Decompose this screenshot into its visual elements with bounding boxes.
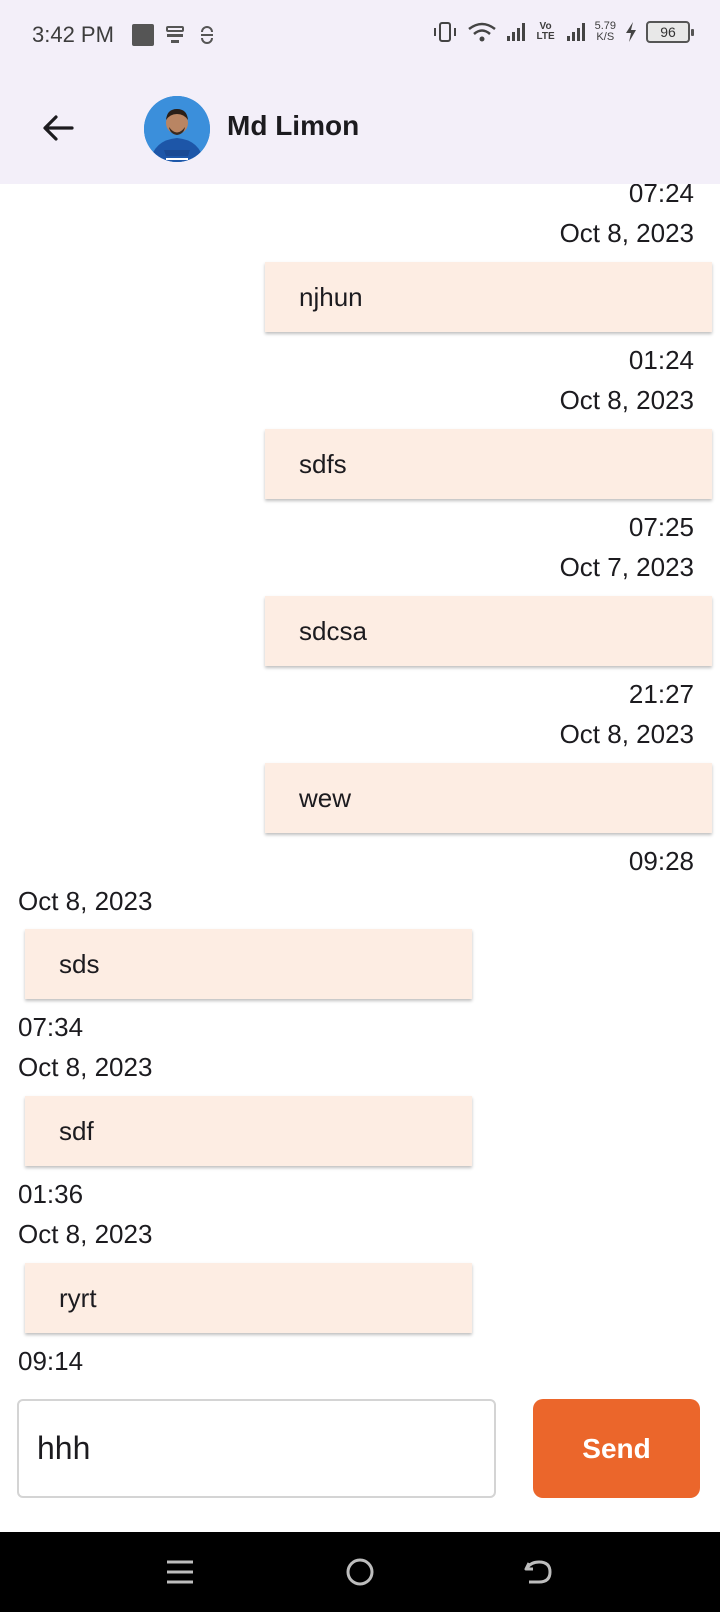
status-time: 3:42 PM (32, 22, 114, 47)
message-date: Oct 8, 2023 (18, 1219, 153, 1249)
home-button[interactable] (338, 1550, 382, 1594)
wifi-icon (467, 22, 496, 42)
back-gesture-icon (524, 1560, 552, 1584)
message-date: Oct 8, 2023 (559, 719, 694, 749)
charging-icon (626, 22, 636, 42)
sync-notification-icon (201, 26, 213, 44)
menu-icon (167, 1560, 193, 1584)
recents-button[interactable] (158, 1550, 202, 1594)
message-date: Oct 8, 2023 (559, 385, 694, 415)
avatar[interactable] (144, 96, 210, 162)
message-time: 07:25 (628, 512, 694, 542)
message-date: Oct 8, 2023 (18, 886, 153, 916)
message-time: 01:24 (628, 345, 694, 375)
message-bubble-sent[interactable]: sdfs (265, 429, 712, 499)
message-time: 01:36 (18, 1179, 84, 1209)
message-date: Oct 7, 2023 (559, 552, 694, 582)
message-date: Oct 8, 2023 (18, 1052, 153, 1082)
message-input[interactable] (17, 1399, 496, 1498)
message-text: wew (299, 783, 352, 813)
message-time: 21:27 (628, 679, 694, 709)
message-text: sdfs (299, 449, 347, 479)
message-time: 07:34 (18, 1012, 84, 1042)
message-list[interactable]: 07:24 Oct 8, 2023 njhun 01:24 Oct 8, 202… (0, 184, 720, 1384)
message-time: 07:24 (628, 184, 694, 208)
message-text: njhun (299, 282, 363, 312)
send-button[interactable]: Send (533, 1399, 700, 1498)
message-time: 09:14 (18, 1346, 84, 1376)
arrow-left-icon (43, 115, 74, 141)
signal-icon-1 (506, 23, 525, 41)
message-time: 09:28 (628, 846, 694, 876)
app-bar: Md Limon (0, 72, 720, 184)
system-icons: Vo LTE 5.79 K/S 96 (431, 20, 694, 44)
message-bubble-received[interactable]: sdf (25, 1096, 472, 1166)
status-bar: 3:42 PM Vo LTE 5.79 K/S 96 (0, 0, 720, 72)
app-notification-icon (132, 24, 154, 46)
message-text: ryrt (59, 1283, 97, 1313)
profile-photo (144, 96, 210, 162)
message-bubble-sent[interactable]: wew (265, 763, 712, 833)
screen-notification-icon (166, 26, 184, 43)
navigation-bar (0, 1532, 720, 1612)
battery-indicator: 96 (646, 21, 694, 43)
message-text: sdf (59, 1116, 94, 1146)
chat-title: Md Limon (227, 110, 360, 141)
notification-icons (132, 24, 218, 46)
message-text: sds (59, 949, 100, 979)
network-speed-unit: K/S (596, 31, 615, 43)
back-button[interactable] (30, 100, 86, 156)
network-speed: 5.79 K/S (595, 21, 616, 43)
system-back-button[interactable] (517, 1550, 561, 1594)
message-bubble-received[interactable]: sds (25, 929, 472, 999)
home-circle-icon (346, 1558, 374, 1586)
volte-badge: Vo LTE (536, 21, 555, 42)
message-bubble-sent[interactable]: njhun (265, 262, 712, 332)
vibrate-icon (433, 22, 456, 42)
message-bubble-sent[interactable]: sdcsa (265, 596, 712, 666)
message-bubble-received[interactable]: ryrt (25, 1263, 472, 1333)
message-date: Oct 8, 2023 (559, 218, 694, 248)
signal-icon-2 (566, 23, 585, 41)
message-text: sdcsa (299, 616, 367, 646)
